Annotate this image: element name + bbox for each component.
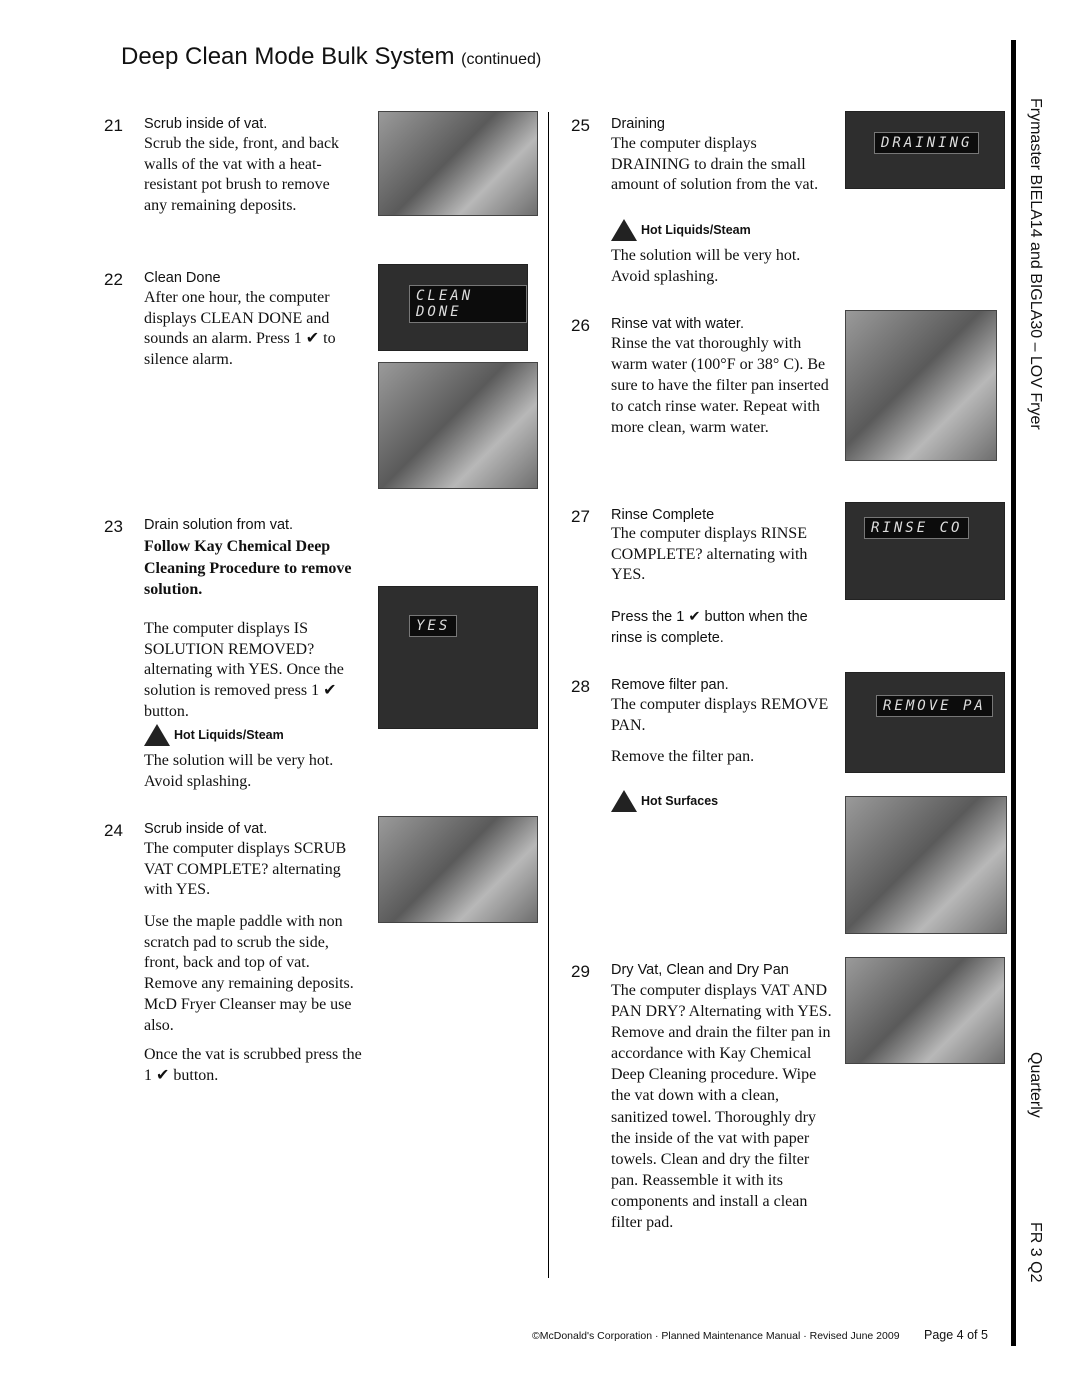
- photo-filter-pan: [845, 796, 1007, 934]
- step-title: Dry Vat, Clean and Dry Pan: [611, 962, 789, 978]
- display-draining: DRAINING: [845, 111, 1005, 189]
- step-body: The computer displays SCRUB VAT COMPLETE…: [144, 840, 347, 899]
- title-suffix: (continued): [461, 51, 542, 68]
- column-divider: [548, 112, 549, 1278]
- hot-liquids-warning: Hot Liquids/Steam: [144, 724, 284, 746]
- step-number: 24: [104, 821, 123, 840]
- step-note: The solution will be very hot. Avoid spl…: [144, 752, 334, 790]
- photo-rinse: [845, 310, 997, 461]
- frequency: Quarterly: [1027, 1052, 1044, 1118]
- step-number: 26: [571, 316, 590, 335]
- photo-dry-pan: [845, 957, 1005, 1064]
- manual-name: Frymaster BIELA14 and BIGLA30 – LOV Frye…: [1027, 98, 1044, 430]
- step-number: 29: [571, 962, 590, 981]
- step-title: Clean Done: [144, 270, 221, 286]
- step-body-2: Use the maple paddle with non scratch pa…: [144, 913, 354, 1034]
- step-number: 23: [104, 517, 123, 536]
- photo-vat: [378, 362, 538, 489]
- step-body: Scrub the side, front, and back walls of…: [144, 135, 340, 215]
- photo-controller-yes: YES: [378, 586, 538, 729]
- step-body: After one hour, the computer displays CL…: [144, 289, 336, 369]
- display-rinse-complete: RINSE CO: [845, 502, 1005, 600]
- hot-liquids-warning: Hot Liquids/Steam: [611, 219, 751, 241]
- step-title: Drain solution from vat.: [144, 517, 294, 533]
- step-body: The computer displays REMOVE PAN.: [611, 696, 829, 734]
- step-note: The solution will be very hot. Avoid spl…: [611, 247, 801, 285]
- step-bold-note: Follow Kay Chemical Deep Cleaning Proced…: [144, 538, 352, 598]
- page-number: Page 4 of 5: [924, 1328, 988, 1342]
- step-body-2: Press the 1 ✔ button when the rinse is c…: [611, 609, 808, 646]
- step-body: Rinse the vat thoroughly with warm water…: [611, 335, 829, 436]
- step-body: The computer displays IS SOLUTION REMOVE…: [144, 620, 344, 720]
- step-number: 28: [571, 677, 590, 696]
- step-body: The computer displays RINSE COMPLETE? al…: [611, 525, 808, 584]
- step-number: 21: [104, 116, 123, 135]
- page-title: Deep Clean Mode Bulk System (continued): [121, 43, 542, 70]
- step-number: 22: [104, 270, 123, 289]
- photo-paddle: [378, 816, 538, 923]
- side-bar: [1011, 40, 1016, 1346]
- step-number: 27: [571, 507, 590, 526]
- step-title: Scrub inside of vat.: [144, 821, 268, 837]
- step-title: Rinse vat with water.: [611, 316, 744, 332]
- warning-icon: [144, 724, 170, 746]
- step-title: Draining: [611, 116, 665, 132]
- step-body-2: Remove the filter pan.: [611, 748, 755, 765]
- step-body-3: Once the vat is scrubbed press the 1 ✔ b…: [144, 1046, 362, 1084]
- display-clean-done: CLEAN DONE: [378, 264, 528, 351]
- footer-copyright: ©McDonald's Corporation · Planned Mainte…: [532, 1330, 900, 1342]
- manual-page: Deep Clean Mode Bulk System (continued) …: [0, 0, 1080, 1397]
- step-title: Remove filter pan.: [611, 677, 729, 693]
- warning-icon: [611, 219, 637, 241]
- photo-scrub-vat: [378, 111, 538, 216]
- section-code: FR 3 Q2: [1027, 1222, 1044, 1283]
- hot-surfaces-warning: Hot Surfaces: [611, 790, 718, 812]
- step-number: 25: [571, 116, 590, 135]
- step-body: The computer displays DRAINING to drain …: [611, 135, 819, 194]
- step-body: The computer displays VAT AND PAN DRY? A…: [611, 982, 832, 1232]
- step-title: Scrub inside of vat.: [144, 116, 268, 132]
- warning-icon: [611, 790, 637, 812]
- step-title: Rinse Complete: [611, 507, 715, 523]
- display-remove-pan: REMOVE PA: [845, 672, 1005, 773]
